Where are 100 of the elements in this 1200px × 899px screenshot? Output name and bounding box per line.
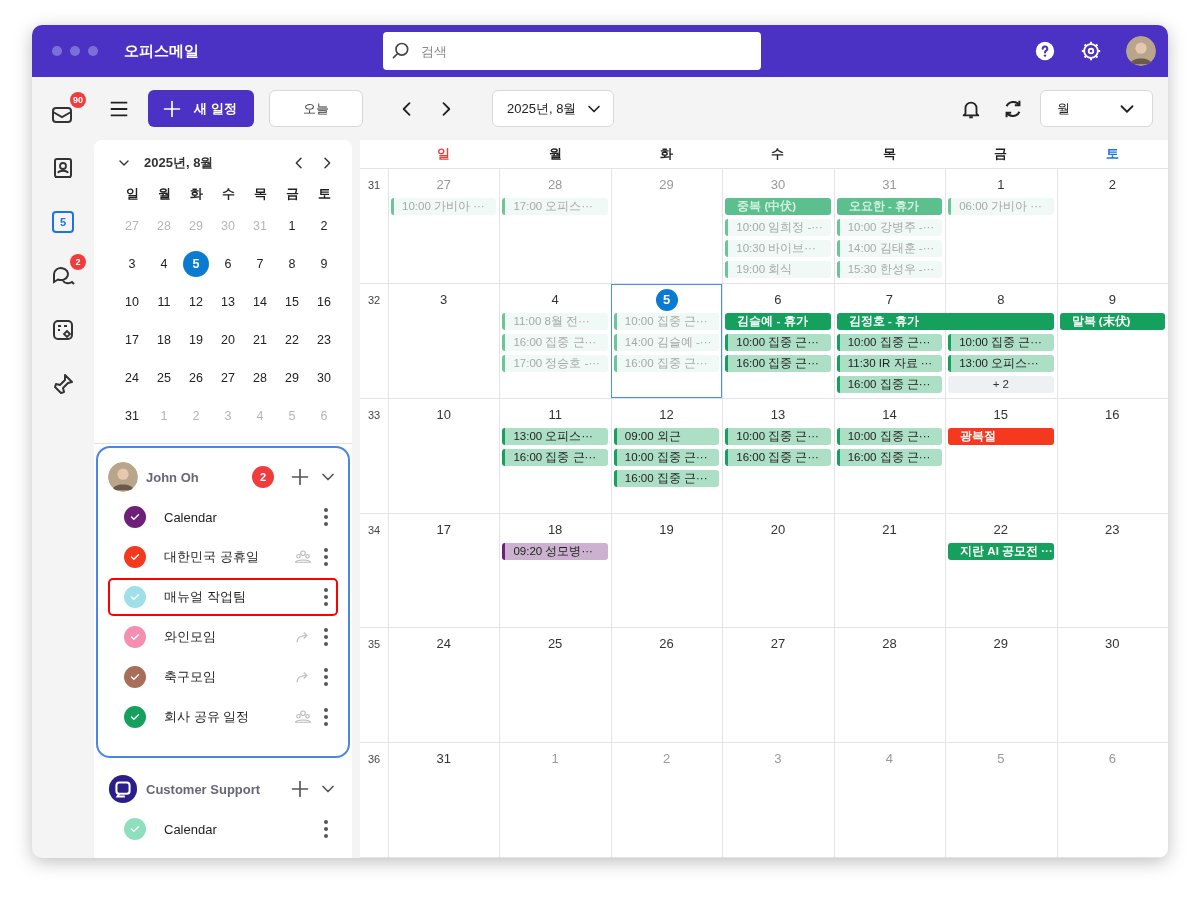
calendar-name[interactable]: 대한민국 공휴일 xyxy=(164,548,294,566)
day-number[interactable]: 28 xyxy=(878,633,901,656)
date-cell[interactable]: 24 xyxy=(119,365,145,391)
day-number[interactable]: 22 xyxy=(989,518,1012,541)
date-cell[interactable]: 21 xyxy=(247,327,273,353)
event-chip[interactable]: 10:00 집중 근··· xyxy=(836,427,943,445)
period-dropdown[interactable]: 2025년, 8월 xyxy=(492,90,614,127)
date-cell[interactable]: 12 xyxy=(183,289,209,315)
new-event-button[interactable]: 새 일정 xyxy=(148,90,254,127)
calendar-name[interactable]: 회사 공유 일정 xyxy=(164,708,294,726)
event-chip[interactable]: 16:00 집중 근··· xyxy=(502,448,608,466)
calendar-name[interactable]: Calendar xyxy=(164,821,294,837)
date-cell[interactable]: 5 xyxy=(183,251,209,277)
calendar-row[interactable]: 축구모임 xyxy=(108,658,338,696)
event-chip[interactable]: 16:00 집중 근··· xyxy=(836,375,943,393)
day-number[interactable]: 5 xyxy=(655,288,678,311)
more-icon[interactable] xyxy=(322,666,330,688)
calendar-row[interactable]: 회사 공유 일정 xyxy=(108,698,338,736)
day-number[interactable]: 11 xyxy=(544,403,567,426)
day-number[interactable]: 27 xyxy=(767,633,789,656)
calendar-name[interactable]: 매뉴얼 작업팀 xyxy=(164,588,294,606)
calendar-name[interactable]: 축구모임 xyxy=(164,668,294,686)
add-icon[interactable] xyxy=(290,467,310,487)
event-chip[interactable]: 11:30 IR 자료 ··· xyxy=(836,354,943,372)
calendar-checkbox[interactable] xyxy=(124,506,146,528)
date-cell[interactable]: 17 xyxy=(119,327,145,353)
event-chip[interactable]: 13:00 오피스··· xyxy=(948,354,1054,372)
day-number[interactable]: 29 xyxy=(989,633,1012,656)
event-chip[interactable]: 16:00 집중 근··· xyxy=(725,354,831,372)
day-number[interactable]: 23 xyxy=(1101,518,1124,541)
search-bar[interactable]: 검색 xyxy=(383,32,761,70)
event-chip[interactable]: 10:00 집중 근··· xyxy=(613,448,720,466)
date-cell[interactable]: 20 xyxy=(215,327,241,353)
pin-icon[interactable] xyxy=(51,372,75,396)
help-icon[interactable] xyxy=(1034,40,1056,62)
board-icon[interactable] xyxy=(51,318,75,342)
day-number[interactable]: 21 xyxy=(878,518,901,541)
event-chip[interactable]: 13:00 오피스··· xyxy=(502,427,608,445)
event-chip[interactable]: 09:00 외근 xyxy=(613,427,720,445)
event-chip[interactable]: 09:20 성모병··· xyxy=(502,542,608,560)
date-cell[interactable]: 6 xyxy=(215,251,241,277)
date-cell[interactable]: 9 xyxy=(311,251,337,277)
date-cell[interactable]: 7 xyxy=(247,251,273,277)
day-number[interactable]: 9 xyxy=(1101,288,1124,311)
day-number[interactable]: 25 xyxy=(544,633,567,656)
event-chip[interactable]: 16:00 집중 근··· xyxy=(725,448,831,466)
day-number[interactable]: 19 xyxy=(655,518,678,541)
avatar[interactable] xyxy=(1126,36,1156,66)
calendar-checkbox[interactable] xyxy=(124,546,146,568)
day-number[interactable]: 17 xyxy=(432,518,455,541)
event-chip[interactable]: 10:00 집중 근··· xyxy=(725,333,831,351)
day-number[interactable]: 18 xyxy=(544,518,567,541)
settings-icon[interactable] xyxy=(1080,40,1102,62)
date-cell[interactable]: 11 xyxy=(151,289,177,315)
more-events-button[interactable]: + 2 xyxy=(948,375,1054,393)
calendar-row[interactable]: 와인모임 xyxy=(108,618,338,656)
event-chip[interactable]: 10:00 집중 근··· xyxy=(948,333,1054,351)
date-cell[interactable]: 15 xyxy=(279,289,305,315)
more-icon[interactable] xyxy=(322,818,330,840)
date-cell[interactable]: 8 xyxy=(279,251,305,277)
calendar-checkbox[interactable] xyxy=(124,818,146,840)
day-number[interactable]: 26 xyxy=(655,633,678,656)
calendar-name[interactable]: 와인모임 xyxy=(164,628,294,646)
date-cell[interactable]: 1 xyxy=(279,213,305,239)
contacts-icon[interactable] xyxy=(51,156,75,180)
calendar-checkbox[interactable] xyxy=(124,586,146,608)
date-cell[interactable]: 3 xyxy=(119,251,145,277)
calendar-row[interactable]: Calendar xyxy=(108,498,338,536)
day-number[interactable]: 30 xyxy=(1101,633,1124,656)
date-cell[interactable]: 18 xyxy=(151,327,177,353)
calendar-row[interactable]: Calendar xyxy=(108,810,338,848)
account-group[interactable]: John Oh 2 Calendar 대한민국 공휴일 매뉴얼 작업팀 와인모임 축구모임 회사 공유 일정 xyxy=(96,446,350,758)
date-cell[interactable]: 26 xyxy=(183,365,209,391)
day-number[interactable]: 24 xyxy=(432,633,455,656)
date-cell[interactable]: 4 xyxy=(151,251,177,277)
event-chip[interactable]: 10:00 집중 근··· xyxy=(725,427,831,445)
date-cell[interactable]: 16 xyxy=(311,289,337,315)
date-cell[interactable]: 10 xyxy=(119,289,145,315)
date-cell[interactable]: 13 xyxy=(215,289,241,315)
date-cell[interactable]: 2 xyxy=(311,213,337,239)
date-cell[interactable]: 27 xyxy=(215,365,241,391)
day-number[interactable]: 6 xyxy=(767,288,789,311)
day-number[interactable]: 1 xyxy=(989,174,1012,196)
calendar-row[interactable]: 대한민국 공휴일 xyxy=(108,538,338,576)
day-number[interactable]: 31 xyxy=(432,748,455,771)
highlight-frame[interactable]: 매뉴얼 작업팀 xyxy=(108,578,338,616)
day-number[interactable]: 15 xyxy=(989,403,1012,426)
date-cell[interactable]: 25 xyxy=(151,365,177,391)
date-cell[interactable]: 30 xyxy=(311,365,337,391)
view-dropdown[interactable]: 월 xyxy=(1040,90,1153,127)
day-number[interactable]: 3 xyxy=(432,288,455,311)
date-cell[interactable]: 23 xyxy=(311,327,337,353)
day-number[interactable]: 13 xyxy=(767,403,789,426)
day-number[interactable]: 20 xyxy=(767,518,789,541)
date-cell[interactable]: 31 xyxy=(119,403,145,429)
event-chip[interactable]: 16:00 집중 근··· xyxy=(836,448,943,466)
day-number[interactable]: 2 xyxy=(1101,174,1124,196)
day-number[interactable]: 8 xyxy=(989,288,1012,311)
day-number[interactable]: 14 xyxy=(878,403,901,426)
more-icon[interactable] xyxy=(322,706,330,728)
